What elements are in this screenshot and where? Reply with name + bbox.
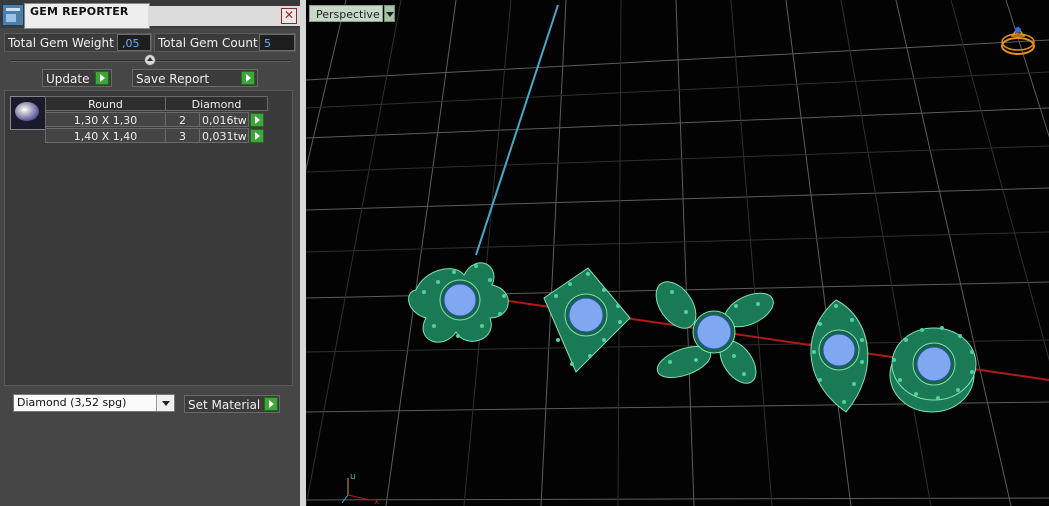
square-setting	[543, 267, 631, 373]
window-title: GEM REPORTER	[30, 5, 129, 18]
row-1-count: 2	[165, 112, 200, 127]
minor-grid-lines	[306, 0, 1049, 506]
close-icon[interactable]: ✕	[281, 8, 297, 24]
save-report-go-icon[interactable]	[241, 71, 255, 85]
row-1-weight: 0,016tw	[199, 112, 249, 127]
row-2-weight: 0,031tw	[199, 128, 249, 143]
row-1-select-icon[interactable]	[250, 113, 264, 127]
round-diamond-thumbnail-icon	[10, 96, 46, 130]
total-gem-count-label-text: Total Gem Count	[158, 36, 258, 50]
axis-x-label: x	[374, 497, 380, 506]
total-gem-weight-value: ,05	[117, 34, 151, 51]
chevron-down-icon[interactable]	[156, 395, 174, 411]
round-setting	[889, 327, 977, 413]
update-go-icon[interactable]	[95, 71, 109, 85]
marquise-setting	[810, 299, 869, 413]
title-bar-fill	[148, 6, 300, 26]
clover-setting	[408, 262, 509, 343]
axis-u-label: u	[350, 472, 356, 482]
3d-viewport[interactable]: u x Perspective	[306, 0, 1049, 506]
perspective-scene: u x	[306, 0, 1049, 506]
set-material-go-icon[interactable]	[264, 397, 278, 411]
material-header: Diamond	[165, 96, 268, 111]
update-button-label: Update	[46, 72, 90, 86]
row-2-count: 3	[165, 128, 200, 143]
row-2-select-icon[interactable]	[250, 129, 264, 143]
save-report-button[interactable]: Save Report	[132, 69, 258, 87]
flower-setting	[655, 281, 774, 384]
chevron-down-icon[interactable]	[384, 5, 395, 22]
axis-gizmo-icon: u x	[341, 472, 380, 506]
ring-view-cube-icon[interactable]	[998, 24, 1038, 58]
save-report-button-label: Save Report	[136, 72, 210, 86]
y-axis-line	[475, 4, 559, 256]
row-1-size: 1,30 X 1,30	[45, 112, 166, 127]
gem-reporter-app-icon	[2, 4, 24, 26]
collapse-toggle-icon[interactable]	[144, 54, 156, 66]
total-gem-weight-label-text: Total Gem Weight	[8, 36, 114, 50]
material-dropdown[interactable]: Diamond (3,52 spg)	[13, 394, 175, 412]
shape-header: Round	[45, 96, 166, 111]
row-2-size: 1,40 X 1,40	[45, 128, 166, 143]
grid-lines	[306, 0, 1049, 506]
set-material-button-label: Set Material	[188, 398, 261, 412]
total-gem-count-value: 5	[259, 34, 295, 51]
perspective-view-tab[interactable]: Perspective	[309, 5, 383, 22]
